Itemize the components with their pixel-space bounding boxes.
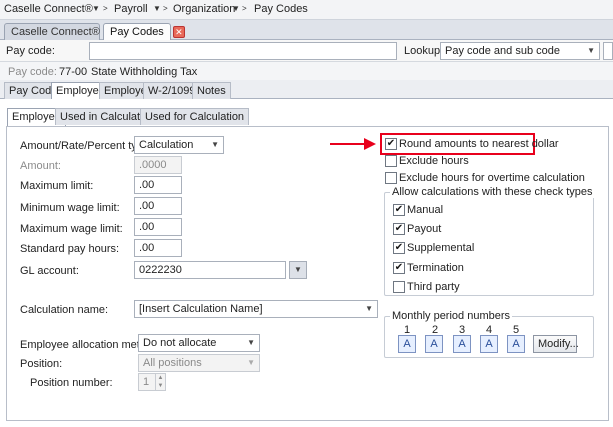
filter-row: Pay code: Lookup: Pay code and sub code …: [0, 40, 613, 62]
extra-input[interactable]: [603, 42, 613, 60]
alloc-method-value: Do not allocate: [143, 337, 217, 349]
chevron-down-icon: ▼: [247, 358, 255, 367]
chevron-down-icon[interactable]: ▼: [153, 4, 161, 13]
info-label: Pay code:: [8, 66, 57, 78]
std-hours-input[interactable]: .00: [134, 239, 182, 257]
position-number-label: Position number:: [30, 377, 113, 389]
manual-checkbox[interactable]: ✔: [393, 204, 405, 216]
tab-label: Pay Codes: [110, 26, 164, 38]
modify-button[interactable]: Modify...: [533, 335, 579, 353]
third-party-checkbox[interactable]: [393, 281, 405, 293]
min-wage-input[interactable]: .00: [134, 197, 182, 215]
manual-label: Manual: [407, 204, 444, 216]
payout-checkbox[interactable]: ✔: [393, 223, 405, 235]
lookup-label: Lookup:: [404, 45, 444, 57]
spinner-icon: ▲ ▼: [155, 374, 165, 390]
tab-notes[interactable]: Notes: [192, 82, 231, 99]
document-tab-strip: Caselle Connect® Pay Codes ✕: [0, 20, 613, 41]
exclude-overtime-checkbox[interactable]: [385, 172, 397, 184]
pay-code-label: Pay code:: [6, 45, 55, 57]
breadcrumb-app[interactable]: Caselle Connect®: [4, 3, 93, 15]
round-amounts-checkbox[interactable]: ✔: [385, 138, 397, 150]
gl-account-dropdown-button[interactable]: ▼: [289, 261, 307, 279]
payout-label: Payout: [407, 223, 442, 235]
calc-name-select[interactable]: [Insert Calculation Name] ▼: [134, 300, 378, 318]
period-3-button[interactable]: A: [453, 335, 471, 353]
amount-type-select[interactable]: Calculation ▼: [134, 136, 224, 154]
check-icon: ✔: [394, 204, 404, 215]
check-types-title: Allow calculations with these check type…: [390, 186, 595, 198]
position-value: All positions: [143, 357, 202, 369]
pay-code-input[interactable]: [89, 42, 397, 60]
third-party-label: Third party: [407, 281, 460, 293]
gl-account-label: GL account:: [20, 265, 79, 277]
exclude-hours-checkbox[interactable]: [385, 155, 397, 167]
chevron-down-icon: ▼: [247, 338, 255, 347]
chevron-right-icon: >: [103, 4, 108, 13]
check-icon: ✔: [394, 223, 404, 234]
termination-checkbox[interactable]: ✔: [393, 262, 405, 274]
std-hours-label: Standard pay hours:: [20, 243, 120, 255]
main-tabs: Pay Code Employee Employer W-2/1099 Note…: [0, 80, 613, 100]
max-limit-label: Maximum limit:: [20, 180, 94, 192]
amount-label: Amount:: [20, 160, 61, 172]
check-icon: ✔: [394, 242, 404, 253]
chevron-right-icon: >: [242, 4, 247, 13]
position-label: Position:: [20, 358, 63, 370]
supplemental-label: Supplemental: [407, 242, 475, 254]
exclude-hours-label: Exclude hours: [399, 155, 469, 167]
period-4-button[interactable]: A: [480, 335, 498, 353]
breadcrumb-pay-codes: Pay Codes: [254, 3, 308, 15]
chevron-down-icon: ▼: [365, 304, 373, 313]
period-5-button[interactable]: A: [507, 335, 525, 353]
max-limit-input[interactable]: .00: [134, 176, 182, 194]
chevron-down-icon: ▼: [211, 140, 219, 149]
round-amounts-label: Round amounts to nearest dollar: [399, 138, 559, 150]
chevron-right-icon: >: [163, 4, 168, 13]
max-wage-input[interactable]: .00: [134, 218, 182, 236]
calc-name-value: [Insert Calculation Name]: [139, 303, 263, 315]
info-code: 77-00: [59, 66, 88, 78]
position-number-input: 1 ▲ ▼: [138, 373, 166, 391]
tab-pay-codes[interactable]: Pay Codes ✕: [103, 23, 185, 41]
tab-label: Caselle Connect®: [11, 26, 100, 38]
tab-caselle-connect[interactable]: Caselle Connect®: [4, 23, 100, 40]
check-icon: ✔: [386, 138, 396, 149]
position-number-value: 1: [143, 376, 150, 388]
alloc-method-select[interactable]: Do not allocate ▼: [138, 334, 260, 352]
amount-input: .0000: [134, 156, 182, 174]
breadcrumb-organization[interactable]: Organization: [173, 3, 235, 15]
close-icon[interactable]: ✕: [172, 26, 185, 39]
position-select: All positions ▼: [138, 354, 260, 372]
check-icon: ✔: [394, 262, 404, 273]
period-1-button[interactable]: A: [398, 335, 416, 353]
supplemental-checkbox[interactable]: ✔: [393, 242, 405, 254]
breadcrumb: Caselle Connect® ▼ > Payroll ▼ > Organiz…: [0, 0, 613, 20]
breadcrumb-payroll[interactable]: Payroll: [114, 3, 148, 15]
gl-account-input[interactable]: 0222230: [134, 261, 286, 279]
amount-type-value: Calculation: [139, 139, 194, 151]
info-name: State Withholding Tax: [91, 66, 198, 78]
chevron-down-icon: ▼: [587, 46, 595, 55]
pay-code-info: Pay code: 77-00 State Withholding Tax: [0, 62, 613, 80]
exclude-overtime-label: Exclude hours for overtime calculation: [399, 172, 585, 184]
period-2-button[interactable]: A: [425, 335, 443, 353]
monthly-period-title: Monthly period numbers: [390, 310, 513, 322]
termination-label: Termination: [407, 262, 464, 274]
chevron-down-icon[interactable]: ▼: [232, 4, 240, 13]
chevron-down-icon[interactable]: ▼: [92, 4, 100, 13]
annotation-arrow: [330, 137, 376, 154]
max-wage-label: Maximum wage limit:: [20, 223, 123, 235]
amount-type-label: Amount/Rate/Percent type:: [20, 140, 153, 152]
calc-name-label: Calculation name:: [20, 304, 109, 316]
lookup-value: Pay code and sub code: [445, 45, 560, 57]
lookup-select[interactable]: Pay code and sub code ▼: [440, 42, 600, 60]
min-wage-label: Minimum wage limit:: [20, 202, 120, 214]
chevron-down-icon: ▼: [294, 265, 302, 274]
tab-used-for-calculation[interactable]: Used for Calculation: [140, 108, 250, 125]
